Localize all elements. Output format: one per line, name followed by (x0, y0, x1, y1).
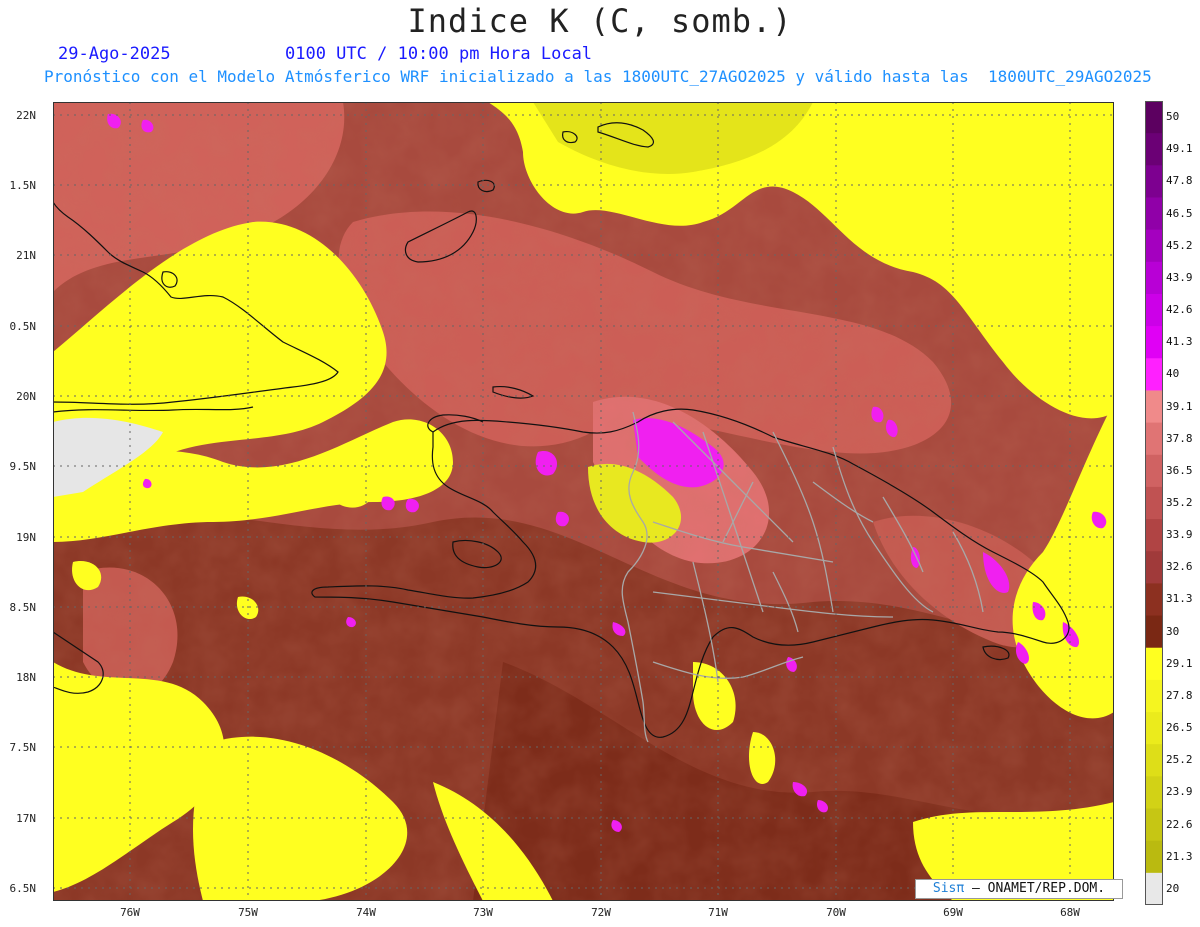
lon-label: 74W (356, 906, 376, 919)
colorbar-label: 30 (1166, 624, 1180, 638)
forecast-info: Pronóstico con el Modelo Atmósferico WRF… (44, 67, 1152, 86)
colorbar-label: 20 (1166, 881, 1180, 895)
colorbar-label: 46.5 (1166, 206, 1193, 220)
colorbar (1145, 101, 1163, 905)
colorbar-label: 35.2 (1166, 496, 1193, 509)
colorbar-label: 39.1 (1166, 399, 1193, 413)
colorbar-label: 40 (1166, 367, 1180, 381)
colorbar-label: 33.9 (1166, 528, 1193, 542)
colorbar-swatch (1145, 261, 1163, 295)
colorbar-swatch (1145, 101, 1163, 134)
colorbar-swatch (1145, 165, 1163, 198)
lon-label: 70W (826, 906, 846, 919)
colorbar-swatch (1145, 551, 1163, 584)
lon-label: 69W (943, 906, 963, 919)
lon-label: 76W (120, 906, 140, 919)
colorbar-label: 50 (1166, 110, 1180, 124)
colorbar-swatch (1145, 133, 1163, 166)
colorbar-swatch (1145, 197, 1163, 231)
colorbar-swatch (1145, 358, 1163, 391)
colorbar-label: 29.1 (1166, 656, 1193, 670)
colorbar-label: 31.3 (1166, 592, 1193, 606)
colorbar-label: 22.6 (1166, 817, 1193, 831)
credit-brand: Sisπ (932, 881, 965, 896)
colorbar-swatch (1145, 647, 1163, 681)
colorbar-label: 23.9 (1166, 785, 1193, 799)
colorbar-label: 25.2 (1166, 753, 1193, 767)
lat-label: 6.5N (9, 882, 37, 895)
colorbar-swatch (1145, 679, 1163, 713)
colorbar-swatch (1145, 293, 1163, 327)
colorbar-swatch (1145, 744, 1163, 777)
lat-label: 22N (16, 109, 36, 122)
lat-label: 7.5N (9, 741, 37, 754)
lon-label: 71W (708, 906, 728, 919)
lon-label: 68W (1060, 906, 1080, 919)
colorbar-swatch (1145, 390, 1163, 424)
lat-label: 19N (16, 531, 36, 544)
credit-box: Sisπ – ONAMET/REP.DOM. (915, 879, 1123, 899)
lat-label: 0.5N (9, 320, 37, 333)
colorbar-swatch (1145, 615, 1163, 649)
map-area (53, 102, 1114, 901)
colorbar-swatch (1145, 326, 1163, 359)
colorbar-swatch (1145, 454, 1163, 488)
colorbar-label: 32.6 (1166, 560, 1193, 574)
colorbar-swatch (1145, 808, 1163, 842)
colorbar-label: 36.5 (1166, 463, 1193, 477)
colorbar-swatch (1145, 229, 1163, 263)
lat-label: 20N (16, 390, 36, 403)
lat-label: 9.5N (9, 460, 37, 473)
colorbar-swatch (1145, 840, 1163, 874)
lat-label: 17N (16, 812, 36, 825)
colorbar-label: 43.9 (1166, 270, 1193, 284)
lon-label: 72W (591, 906, 611, 919)
lat-label: 1.5N (9, 179, 37, 192)
colorbar-swatch (1145, 872, 1163, 905)
lat-label: 18N (16, 671, 36, 684)
colorbar-label: 21.3 (1166, 849, 1193, 863)
colorbar-label: 42.6 (1166, 303, 1193, 317)
colorbar-swatch (1145, 519, 1163, 552)
colorbar-label: 47.8 (1166, 174, 1193, 188)
colorbar-label: 27.8 (1166, 688, 1193, 702)
map-title: Indice K (C, somb.) (407, 2, 793, 40)
colorbar-label: 37.8 (1166, 431, 1193, 445)
credit-text: – ONAMET/REP.DOM. (964, 881, 1106, 896)
colorbar-label: 41.3 (1166, 335, 1193, 349)
colorbar-swatch (1145, 776, 1163, 810)
lon-label: 73W (473, 906, 493, 919)
colorbar-swatch (1145, 422, 1163, 456)
colorbar-label: 26.5 (1166, 721, 1193, 735)
colorbar-label: 49.1 (1166, 142, 1193, 156)
colorbar-label: 45.2 (1166, 238, 1193, 252)
colorbar-swatch (1145, 712, 1163, 745)
lat-label: 21N (16, 249, 36, 262)
time-label: 0100 UTC / 10:00 pm Hora Local (285, 44, 593, 64)
date-label: 29-Ago-2025 (58, 44, 171, 64)
colorbar-swatch (1145, 486, 1163, 520)
lon-label: 75W (238, 906, 258, 919)
lat-label: 8.5N (9, 601, 37, 614)
colorbar-swatch (1145, 583, 1163, 617)
